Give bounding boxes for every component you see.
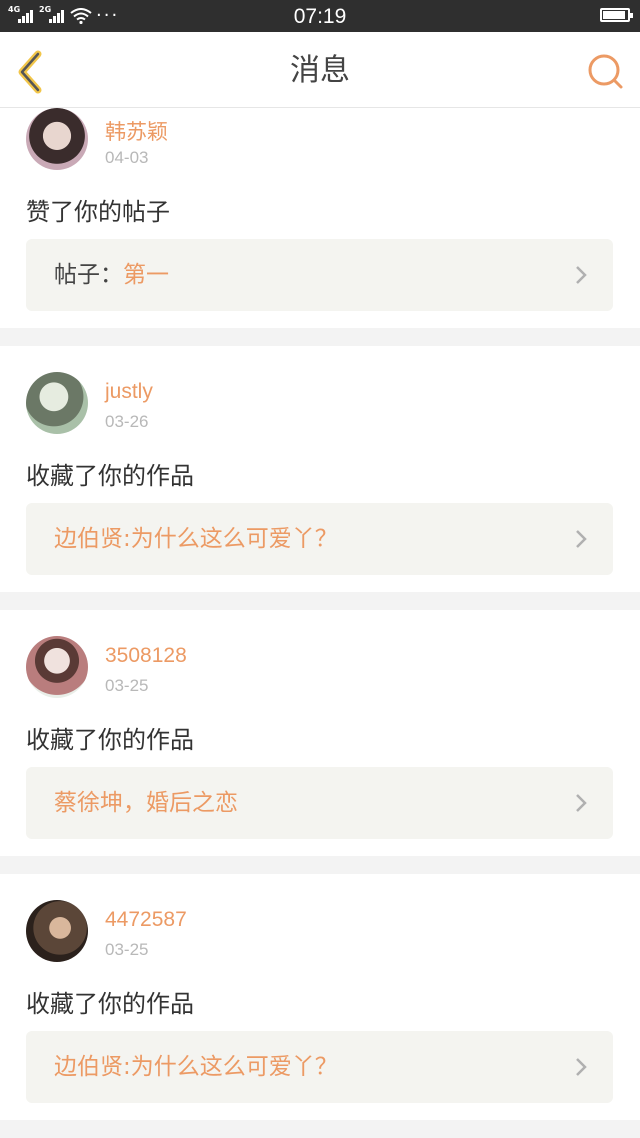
notification-date: 03-26 [105,412,149,431]
referenced-work[interactable]: 边伯贤:为什么这么可爱丫？ [26,1031,613,1103]
notification-action: 赞了你的帖子 [26,198,170,226]
battery-icon [600,8,633,22]
notification-date: 03-25 [105,940,149,959]
user-name[interactable]: 韩苏颖 [105,116,168,146]
notification-list: 韩苏颖 04-03 赞了你的帖子 帖子：第一 justly 03-26 收藏了你… [0,108,640,1138]
page-title: 消息 [290,53,350,88]
user-avatar[interactable] [26,636,88,698]
ref-title: 第一 [123,262,169,288]
user-name[interactable]: 4472587 [105,908,187,932]
status-bar: 4G 2G ··· 07:19 [0,0,640,32]
search-icon [588,54,623,89]
notification-action: 收藏了你的作品 [26,990,194,1018]
referenced-work[interactable]: 边伯贤:为什么这么可爱丫？ [26,503,613,575]
referenced-post[interactable]: 帖子：第一 [26,239,613,311]
user-name[interactable]: justly [105,380,153,404]
chevron-right-icon [576,794,587,812]
ref-prefix: 帖子： [54,262,123,288]
notification-date: 04-03 [105,148,149,167]
chevron-right-icon [576,1058,587,1076]
notification-date: 03-25 [105,676,149,695]
status-time: 07:19 [293,5,347,28]
search-button[interactable] [586,52,624,90]
notification-card: justly 03-26 收藏了你的作品 边伯贤:为什么这么可爱丫？ [0,346,640,592]
notification-card: 3508128 03-25 收藏了你的作品 蔡徐坤，婚后之恋 [0,610,640,856]
ref-title: 边伯贤:为什么这么可爱丫？ [54,526,338,552]
ref-title: 边伯贤:为什么这么可爱丫？ [54,1054,338,1080]
nav-header: 消息 [0,32,640,108]
notification-action: 收藏了你的作品 [26,726,194,754]
user-avatar[interactable] [26,900,88,962]
notification-card: 4472587 03-25 收藏了你的作品 边伯贤:为什么这么可爱丫？ [0,874,640,1120]
user-avatar[interactable] [26,108,88,170]
referenced-work[interactable]: 蔡徐坤，婚后之恋 [26,767,613,839]
notification-action: 收藏了你的作品 [26,462,194,490]
user-avatar[interactable] [26,372,88,434]
notification-card: 韩苏颖 04-03 赞了你的帖子 帖子：第一 [0,108,640,328]
user-name[interactable]: 3508128 [105,644,187,668]
chevron-right-icon [576,530,587,548]
ref-title: 蔡徐坤，婚后之恋 [54,790,238,816]
chevron-right-icon [576,266,587,284]
